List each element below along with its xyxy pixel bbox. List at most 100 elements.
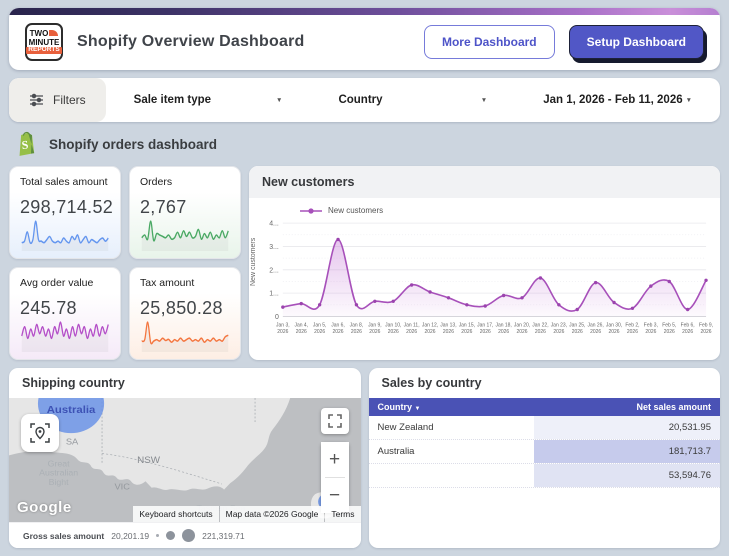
water-label-line3: Bight [49,477,70,486]
sparkline-tax-amount [141,321,229,352]
column-net-sales-amount[interactable]: Net sales amount [636,402,711,412]
svg-text:Jan 12,: Jan 12, [422,323,438,329]
kpi-card-tax-amount: Tax amount 25,850.28 [129,267,241,360]
svg-text:Jan 15,: Jan 15, [459,323,475,329]
table-header: Country ▼ Net sales amount [368,398,720,416]
chart-legend[interactable]: New customers [299,206,714,215]
map-data-label[interactable]: Map data ©2026 Google [219,506,325,522]
svg-text:Feb 2,: Feb 2, [625,323,639,329]
svg-text:Jan 23,: Jan 23, [551,323,567,329]
logo-wedge-icon [49,30,59,37]
svg-text:Jan 25,: Jan 25, [569,323,585,329]
filter-bar: Filters Sale item type ▼ Country ▼ Jan 1… [9,78,720,122]
map-region-select-button[interactable] [21,414,59,452]
svg-text:Jan 3,: Jan 3, [276,323,290,329]
gross-sales-min: 20,201.19 [111,530,150,541]
svg-text:Jan 5,: Jan 5, [313,323,327,329]
sparkline-orders [141,220,229,251]
gross-sales-legend: Gross sales amount 20,201.19 221,319.71 [9,522,361,548]
bottom-row: Shipping country Great Australian Bight … [9,368,720,548]
table-row[interactable]: 53,594.76 [368,464,720,488]
map-zoom-control: + − [320,442,349,513]
filters-label: Filters [53,93,86,107]
new-customers-chart[interactable]: 01...2...3...4...Jan 3,2026Jan 4,2026Jan… [257,215,714,353]
row-country: Australia [377,446,415,457]
svg-text:2026: 2026 [517,329,528,335]
kpi-card-orders: Orders 2,767 [129,166,241,259]
bubble-size-medium-icon [166,531,176,540]
zoom-in-button[interactable]: + [320,442,349,477]
row-value: 181,713.7 [533,440,720,463]
table-row[interactable]: Australia 181,713.7 [368,440,720,464]
svg-text:2026: 2026 [627,329,638,335]
svg-text:2026: 2026 [498,329,509,335]
svg-text:Jan 13,: Jan 13, [440,323,456,329]
google-logo[interactable]: Google [17,499,72,516]
y-axis-title: New customers [250,237,257,286]
svg-text:2026: 2026 [277,329,288,335]
water-label-line1: Great [48,459,71,468]
svg-text:Jan 20,: Jan 20, [514,323,530,329]
page-title: Shopify Overview Dashboard [77,33,305,50]
region-label-nsw: NSW [137,455,160,464]
chevron-down-icon: ▼ [685,96,693,104]
setup-dashboard-button[interactable]: Setup Dashboard [568,25,704,59]
filter-country[interactable]: Country ▼ [310,94,515,106]
svg-text:2026: 2026 [351,329,362,335]
map-attribution: Keyboard shortcuts Map data ©2026 Google… [132,506,361,522]
header: TWO MINUTE REPORTS Shopify Overview Dash… [9,8,720,70]
shipping-country-panel: Shipping country Great Australian Bight … [9,368,361,548]
svg-text:Jan 4,: Jan 4, [294,323,308,329]
svg-text:Jan 10,: Jan 10, [385,323,401,329]
svg-text:2026: 2026 [553,329,564,335]
kpi-value: 298,714.52 [20,197,114,217]
sales-by-country-panel: Sales by country Country ▼ Net sales amo… [368,368,720,548]
table-title: Sales by country [381,376,482,390]
svg-text:0: 0 [275,314,279,321]
svg-text:Feb 6,: Feb 6, [681,323,695,329]
kpi-label: Avg order value [20,277,94,289]
chart-title: New customers [249,166,720,198]
section-header: S Shopify orders dashboard [9,130,720,158]
legend-label: New customers [328,206,384,215]
filter-sale-item-type[interactable]: Sale item type ▼ [106,94,311,106]
svg-text:2026: 2026 [443,329,454,335]
sort-caret-icon: ▼ [414,406,421,412]
svg-text:2026: 2026 [333,329,344,335]
filter-date-range[interactable]: Jan 1, 2026 - Feb 11, 2026 ▼ [515,94,720,106]
kpi-value: 245.78 [20,298,77,318]
logo-line-3: REPORTS [26,45,62,54]
google-map[interactable]: Great Australian Bight Tasman Sea SA NSW… [9,398,361,522]
row-country [369,464,534,487]
svg-text:2026: 2026 [461,329,472,335]
kpi-label: Total sales amount [20,176,108,188]
svg-text:Feb 3,: Feb 3, [644,323,658,329]
section-title: Shopify orders dashboard [49,136,218,152]
svg-text:2026: 2026 [609,329,620,335]
svg-text:Jan 9,: Jan 9, [368,323,382,329]
svg-text:2026: 2026 [682,329,693,335]
more-dashboard-button[interactable]: More Dashboard [423,25,555,59]
row-value: 20,531.95 [533,416,720,439]
kpi-value: 25,850.28 [140,298,223,318]
svg-text:2026: 2026 [535,329,546,335]
header-gradient-bar [9,8,720,15]
keyboard-shortcuts-link[interactable]: Keyboard shortcuts [133,506,219,522]
bubble-size-small-icon [156,534,160,537]
chart-body: New customers New customers 0 1... 2... 3..… [249,198,720,360]
column-country[interactable]: Country ▼ [378,402,421,412]
gross-sales-label: Gross sales amount [23,530,105,541]
water-label-line2: Australian [39,468,78,477]
terms-link[interactable]: Terms [325,506,361,522]
filters-toggle[interactable]: Filters [9,78,106,122]
region-label-sa: SA [66,437,79,446]
svg-text:Feb 5,: Feb 5, [662,323,676,329]
header-row: TWO MINUTE REPORTS Shopify Overview Dash… [9,15,720,69]
svg-text:2026: 2026 [480,329,491,335]
svg-text:2026: 2026 [314,329,325,335]
map-marker-brackets-icon [30,423,50,443]
chevron-down-icon: ▼ [276,96,283,104]
table-row[interactable]: New Zealand 20,531.95 [368,416,720,440]
map-fullscreen-button[interactable] [320,408,349,434]
svg-text:Jan 18,: Jan 18, [496,323,512,329]
